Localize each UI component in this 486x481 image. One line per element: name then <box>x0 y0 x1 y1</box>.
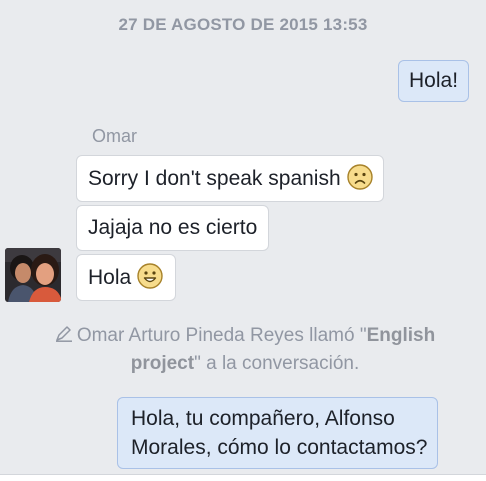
frown-emoji-icon <box>346 164 373 190</box>
sender-name: Omar <box>92 126 137 146</box>
chat-thread: 27 DE AGOSTO DE 2015 13:53 Hola! Omar So… <box>0 0 486 481</box>
thread-timestamp: 27 DE AGOSTO DE 2015 13:53 <box>118 15 368 34</box>
message-bubble-outgoing[interactable]: Hola! <box>398 60 470 102</box>
message-text-line: Morales, cómo lo contactamos? <box>131 436 428 459</box>
notice-text-pre: Omar Arturo Pineda Reyes llamó " <box>76 325 367 346</box>
smile-emoji-icon <box>137 263 163 289</box>
avatar[interactable] <box>5 248 61 302</box>
message-bubble-incoming[interactable]: Hola <box>76 254 177 301</box>
notice-text-post: " a la conversación. <box>194 353 360 374</box>
message-text: Hola <box>88 266 132 289</box>
avatar-photo <box>5 248 61 302</box>
message-text: Sorry I don't speak spanish <box>88 167 341 190</box>
message-bubble-incoming[interactable]: Sorry I don't speak spanish <box>76 155 384 202</box>
message-bubble-incoming[interactable]: Jajaja no es cierto <box>76 205 270 251</box>
message-text: Hola! <box>409 69 459 92</box>
conversation-renamed-notice: Omar Arturo Pineda Reyes llamó "English … <box>20 322 470 378</box>
message-text-line: Hola, tu compañero, Alfonso <box>131 407 395 430</box>
message-bubble-outgoing[interactable]: Hola, tu compañero, Alfonso Morales, cóm… <box>117 397 439 469</box>
pencil-icon <box>55 326 72 342</box>
message-text: Jajaja no es cierto <box>88 216 258 239</box>
